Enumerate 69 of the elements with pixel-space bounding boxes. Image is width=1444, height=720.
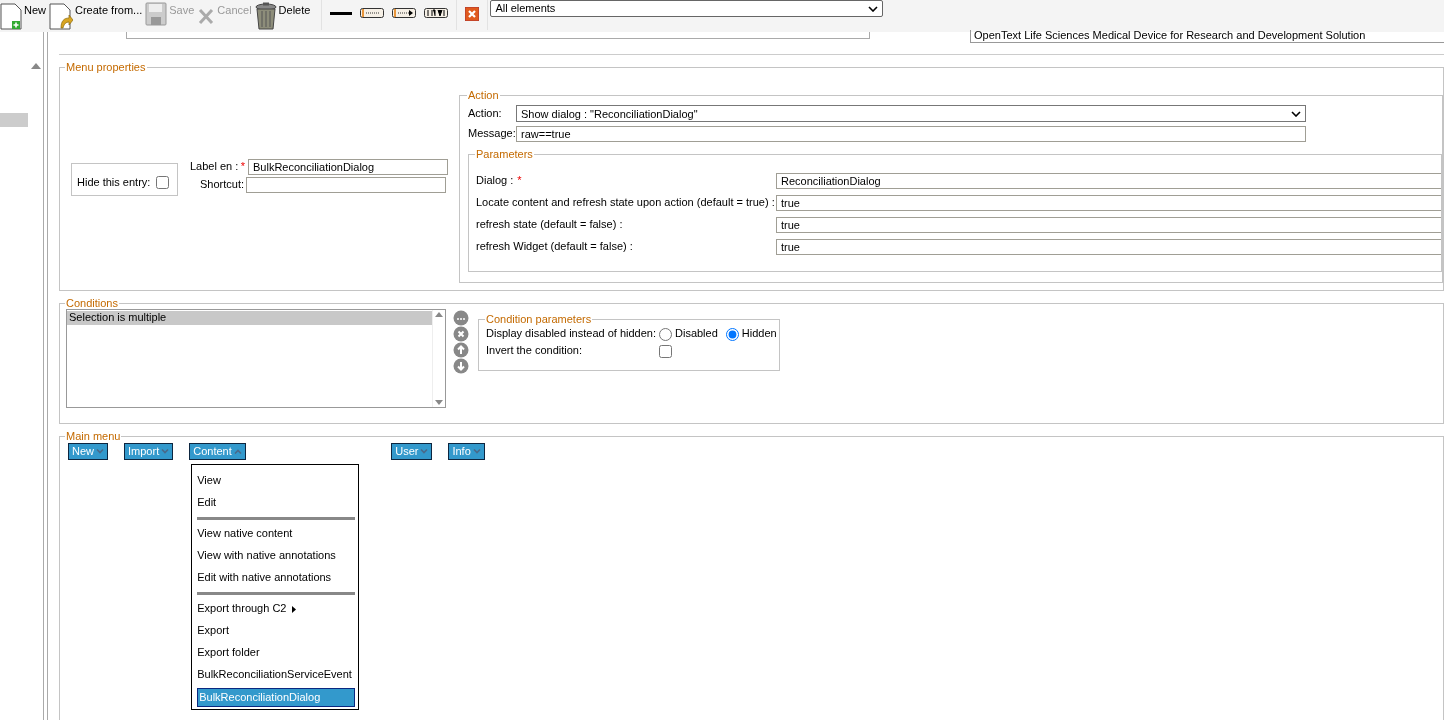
required-marker: *: [517, 174, 522, 188]
chevron-up-icon: [233, 449, 242, 454]
line-style-icon[interactable]: [330, 9, 353, 17]
section-title: Parameters: [475, 148, 534, 160]
section-title: Conditions: [65, 297, 119, 309]
move-up-icon[interactable]: [453, 342, 469, 358]
move-down-icon[interactable]: [453, 358, 469, 374]
more-icon[interactable]: [453, 310, 469, 326]
radio-button[interactable]: [725, 327, 739, 341]
invert-checkbox[interactable]: [659, 344, 672, 358]
menu-item[interactable]: View with native annotations: [197, 545, 356, 567]
trash-can-icon: [254, 2, 277, 30]
menu-item[interactable]: View native content: [197, 523, 356, 545]
message-field[interactable]: raw==true: [516, 126, 1306, 142]
field-label: Locate content and refresh state upon action (default = true) :: [476, 196, 775, 210]
field-label: Display disabled instead of hidden:: [486, 327, 657, 341]
field-label: Dialog :: [476, 174, 514, 188]
new-button[interactable]: New: [0, 0, 49, 30]
element-filter-select[interactable]: All elements: [490, 0, 884, 17]
section-title: Condition parameters: [485, 313, 593, 325]
menu-item[interactable]: BulkReconciliationServiceEvent: [197, 664, 356, 686]
input-field[interactable]: [126, 32, 870, 39]
parameter-field[interactable]: true: [776, 195, 1441, 211]
description-field[interactable]: OpenText Life Sciences Medical Device for Research and Development Solution: [970, 30, 1444, 43]
submenu-arrow-icon: [292, 605, 297, 613]
radio-button[interactable]: [659, 327, 672, 341]
delete-button[interactable]: Delete: [254, 0, 314, 30]
conditions-list[interactable]: Selection is multiple: [66, 309, 446, 408]
field-label: Shortcut:: [198, 178, 245, 192]
field-style-icon[interactable]: [360, 8, 385, 18]
field-label: Label en :: [190, 160, 238, 174]
section-title: Main menu: [65, 430, 122, 442]
radio-label: Hidden: [741, 327, 777, 341]
section-title: Action: [467, 89, 500, 101]
scroll-up-icon[interactable]: [435, 312, 443, 317]
checkbox-label: Hide this entry:: [77, 175, 151, 190]
menu-item[interactable]: Export: [197, 620, 356, 642]
field-label: Message:: [468, 127, 516, 141]
label-field[interactable]: BulkReconciliationDialog: [248, 159, 448, 175]
chevron-down-icon: [96, 449, 104, 454]
chevron-down-icon: [420, 449, 429, 454]
arrow-field-icon[interactable]: [392, 8, 417, 18]
parameter-field[interactable]: true: [776, 239, 1441, 255]
code-style-icon[interactable]: [424, 8, 449, 18]
parameter-field[interactable]: true: [776, 217, 1441, 233]
scroll-up-icon[interactable]: [31, 63, 41, 69]
section-title: Menu properties: [65, 61, 147, 73]
close-icon[interactable]: [465, 7, 480, 22]
create-button[interactable]: Create from...: [49, 0, 146, 30]
required-marker: *: [239, 160, 247, 174]
hide-entry-checkbox[interactable]: [156, 176, 170, 189]
menu-item[interactable]: Export folder: [197, 642, 356, 664]
menu-item[interactable]: Edit: [197, 492, 356, 514]
field-label: Invert the condition:: [486, 344, 583, 358]
chevron-down-icon: [161, 449, 170, 454]
radio-label: Disabled: [675, 327, 718, 341]
menu-item[interactable]: Export through C2: [197, 598, 356, 620]
menu-item[interactable]: Edit with native annotations: [197, 567, 356, 589]
shortcut-field[interactable]: [246, 177, 446, 193]
list-item[interactable]: Selection is multiple: [67, 311, 432, 325]
menu-item[interactable]: View: [197, 470, 356, 492]
scroll-down-icon[interactable]: [435, 400, 443, 405]
action-select[interactable]: Show dialog : "ReconciliationDialog": [516, 105, 1306, 122]
chevron-down-icon: [472, 449, 481, 454]
parameter-field[interactable]: ReconciliationDialog: [776, 173, 1441, 189]
field-label: refresh Widget (default = false) :: [476, 240, 633, 254]
field-label: Action:: [468, 106, 503, 121]
field-label: refresh state (default = false) :: [476, 218, 623, 232]
remove-icon[interactable]: [453, 326, 469, 342]
